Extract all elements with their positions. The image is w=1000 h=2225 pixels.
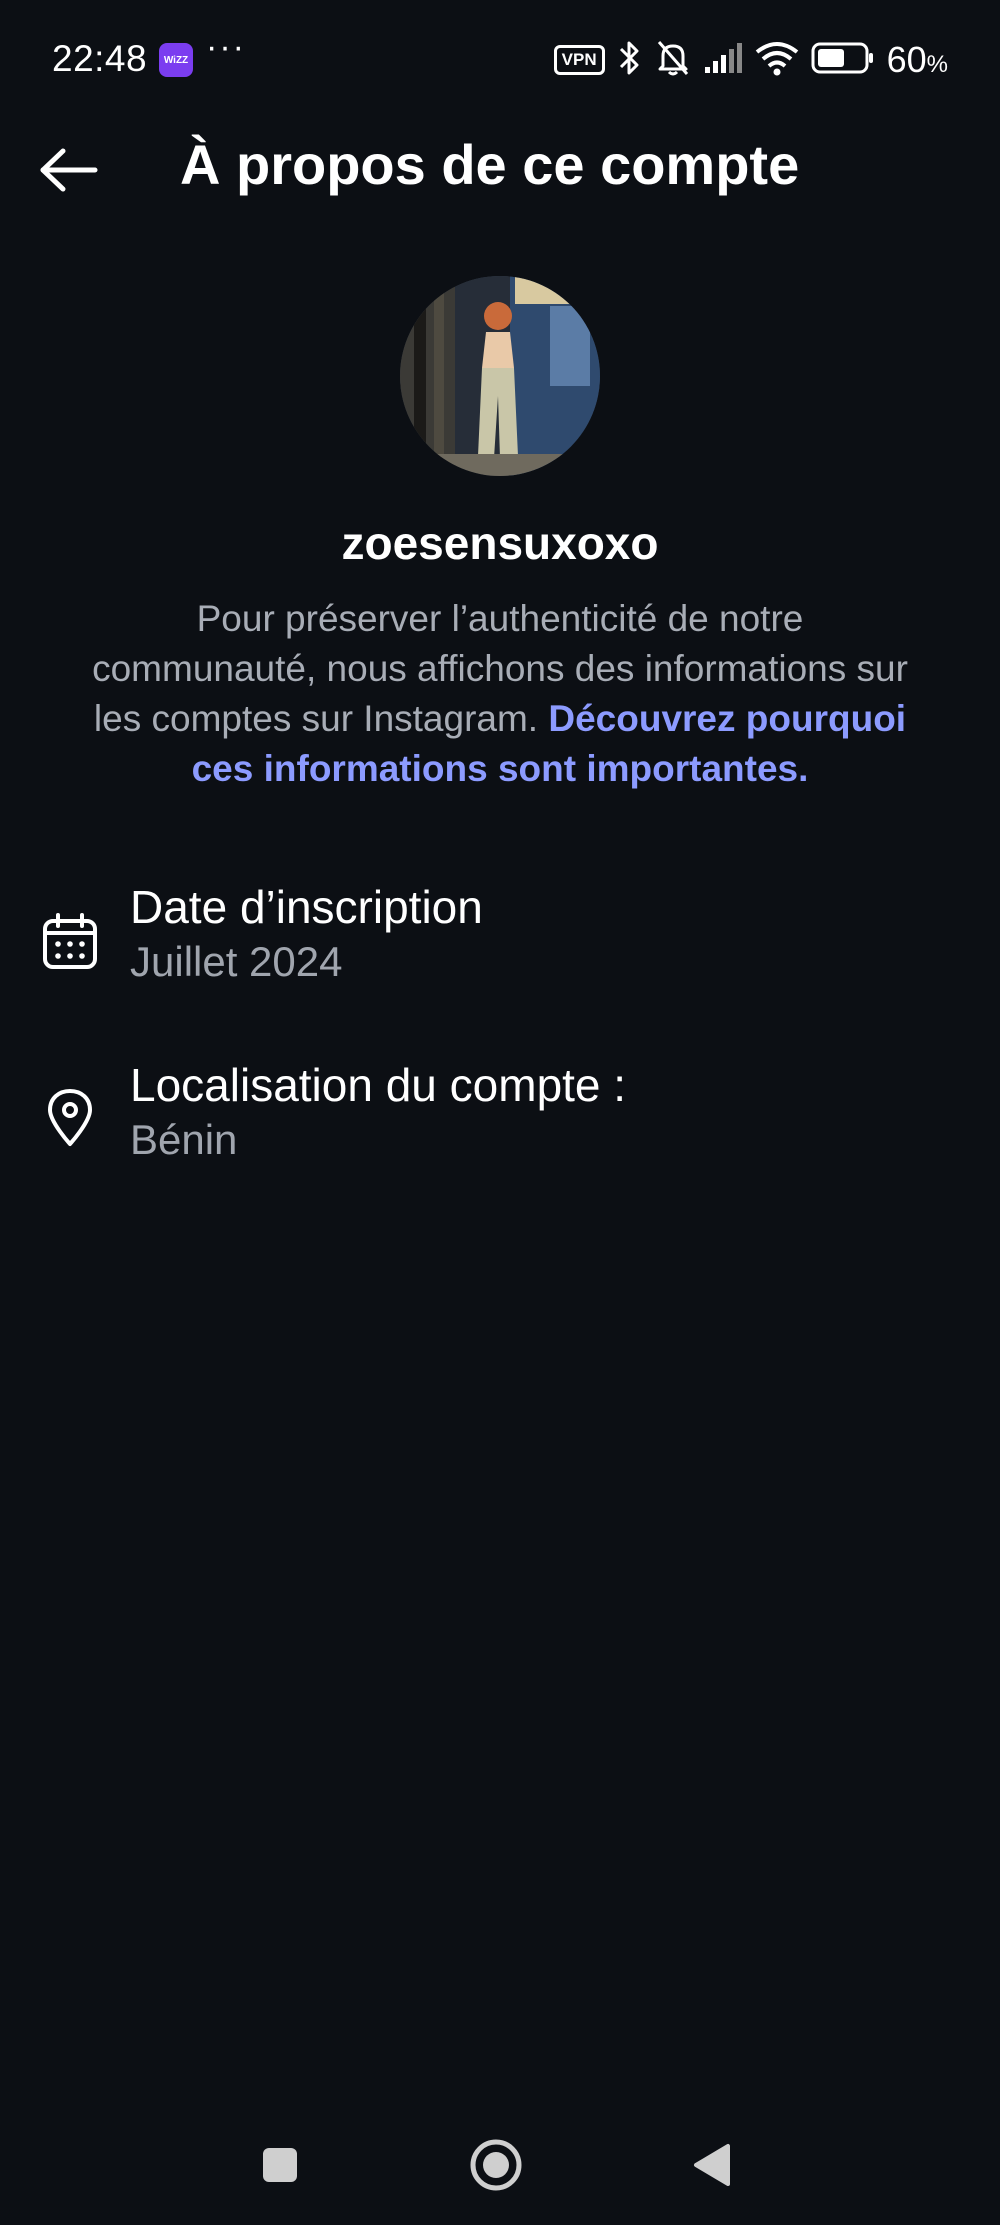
- back-nav-button[interactable]: [672, 2125, 752, 2205]
- join-date-value: Juillet 2024: [130, 938, 343, 985]
- location-label: Localisation du compte :: [130, 1059, 627, 1111]
- silent-bell-icon: [655, 38, 691, 83]
- recent-apps-button[interactable]: [240, 2125, 320, 2205]
- status-icons: VPN 60%: [553, 38, 948, 83]
- system-nav-bar: [0, 2105, 1000, 2225]
- square-icon: [263, 2148, 297, 2182]
- join-date-row: Date d’inscription Juillet 2024: [0, 880, 1000, 1010]
- back-button[interactable]: [34, 138, 104, 202]
- battery-percent: 60%: [886, 39, 948, 80]
- wifi-icon: [755, 40, 799, 81]
- more-notifications-icon: ···: [206, 28, 246, 66]
- arrow-left-icon: [40, 148, 98, 192]
- status-bar: 22:48 WiZZ ··· VPN 60%: [0, 0, 1000, 120]
- signal-icon: [703, 41, 743, 80]
- location-pin-icon: [38, 1086, 102, 1150]
- home-circle-icon: [470, 2139, 522, 2191]
- home-button[interactable]: [456, 2125, 536, 2205]
- location-value: Bénin: [130, 1116, 238, 1163]
- vpn-icon: VPN: [553, 45, 605, 75]
- avatar-photo: [400, 276, 600, 476]
- username: zoesensuxoxo: [341, 517, 659, 569]
- about-account-screen: 22:48 WiZZ ··· VPN 60% À propos de ce co…: [0, 0, 1000, 2225]
- join-date-label: Date d’inscription: [130, 881, 483, 933]
- account-location-row: Localisation du compte : Bénin: [0, 1058, 1000, 1188]
- battery-icon: [811, 41, 875, 80]
- wizz-app-icon: WiZZ: [159, 43, 193, 77]
- triangle-back-icon: [694, 2144, 730, 2186]
- calendar-icon: [38, 910, 102, 974]
- app-header: À propos de ce compte: [0, 120, 1000, 220]
- account-info-description: Pour préserver l’authenticité de notre c…: [90, 594, 910, 794]
- bluetooth-icon: [617, 38, 643, 83]
- status-time: 22:48: [52, 38, 148, 79]
- page-title: À propos de ce compte: [180, 133, 800, 196]
- profile-avatar[interactable]: [400, 276, 600, 476]
